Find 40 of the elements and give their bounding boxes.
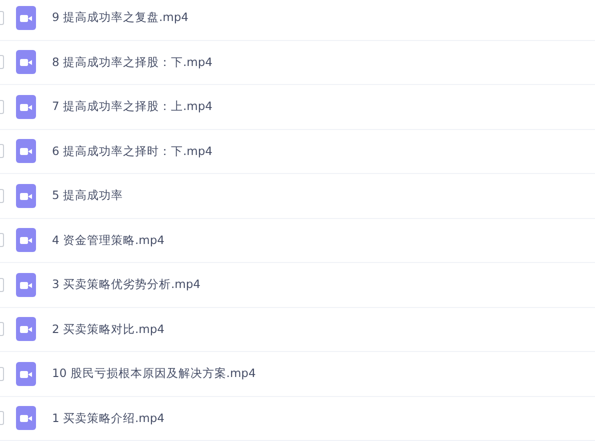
file-row[interactable]: 6 提高成功率之择时：下.mp4 bbox=[0, 130, 595, 174]
file-row[interactable]: 3 买卖策略优劣势分析.mp4 bbox=[0, 263, 595, 308]
video-file-icon bbox=[16, 406, 36, 430]
file-name: 6 提高成功率之择时：下.mp4 bbox=[52, 144, 212, 159]
file-row[interactable]: 7 提高成功率之择股：上.mp4 bbox=[0, 85, 595, 130]
file-name: 1 买卖策略介绍.mp4 bbox=[52, 410, 164, 426]
checkbox[interactable] bbox=[0, 411, 4, 426]
file-name: 3 买卖策略优劣势分析.mp4 bbox=[52, 277, 200, 292]
file-name: 7 提高成功率之择股：上.mp4 bbox=[52, 99, 212, 114]
checkbox[interactable] bbox=[0, 144, 4, 158]
video-file-icon bbox=[16, 184, 36, 208]
file-name: 10 股民亏损根本原因及解决方案.mp4 bbox=[52, 366, 256, 382]
file-row[interactable]: 10 股民亏损根本原因及解决方案.mp4 bbox=[0, 352, 595, 396]
file-name: 4 资金管理策略.mp4 bbox=[52, 232, 164, 248]
file-name: 5 提高成功率 bbox=[52, 188, 123, 204]
video-file-icon bbox=[16, 272, 36, 297]
checkbox[interactable] bbox=[0, 188, 4, 203]
file-row[interactable]: 9 提高成功率之复盘.mp4 bbox=[0, 0, 595, 40]
video-file-icon bbox=[16, 139, 36, 164]
file-row[interactable]: 1 买卖策略介绍.mp4 bbox=[0, 396, 595, 441]
video-file-icon bbox=[16, 6, 36, 30]
file-row[interactable]: 8 提高成功率之择股：下.mp4 bbox=[0, 40, 595, 85]
checkbox[interactable] bbox=[0, 278, 4, 292]
checkbox[interactable] bbox=[0, 233, 4, 248]
checkbox[interactable] bbox=[0, 100, 4, 114]
file-row[interactable]: 5 提高成功率 bbox=[0, 174, 595, 218]
video-file-icon bbox=[16, 94, 36, 119]
checkbox[interactable] bbox=[0, 55, 4, 70]
file-row[interactable]: 4 资金管理策略.mp4 bbox=[0, 218, 595, 263]
file-name: 9 提高成功率之复盘.mp4 bbox=[52, 10, 188, 26]
video-file-icon bbox=[16, 317, 36, 342]
file-name: 8 提高成功率之择股：下.mp4 bbox=[52, 54, 212, 70]
video-file-icon bbox=[16, 362, 36, 386]
checkbox[interactable] bbox=[0, 10, 4, 25]
checkbox[interactable] bbox=[0, 322, 4, 336]
file-row[interactable]: 2 买卖策略对比.mp4 bbox=[0, 308, 595, 352]
video-file-icon bbox=[16, 50, 36, 74]
checkbox[interactable] bbox=[0, 366, 4, 381]
file-name: 2 买卖策略对比.mp4 bbox=[52, 322, 164, 337]
video-file-icon bbox=[16, 228, 36, 252]
